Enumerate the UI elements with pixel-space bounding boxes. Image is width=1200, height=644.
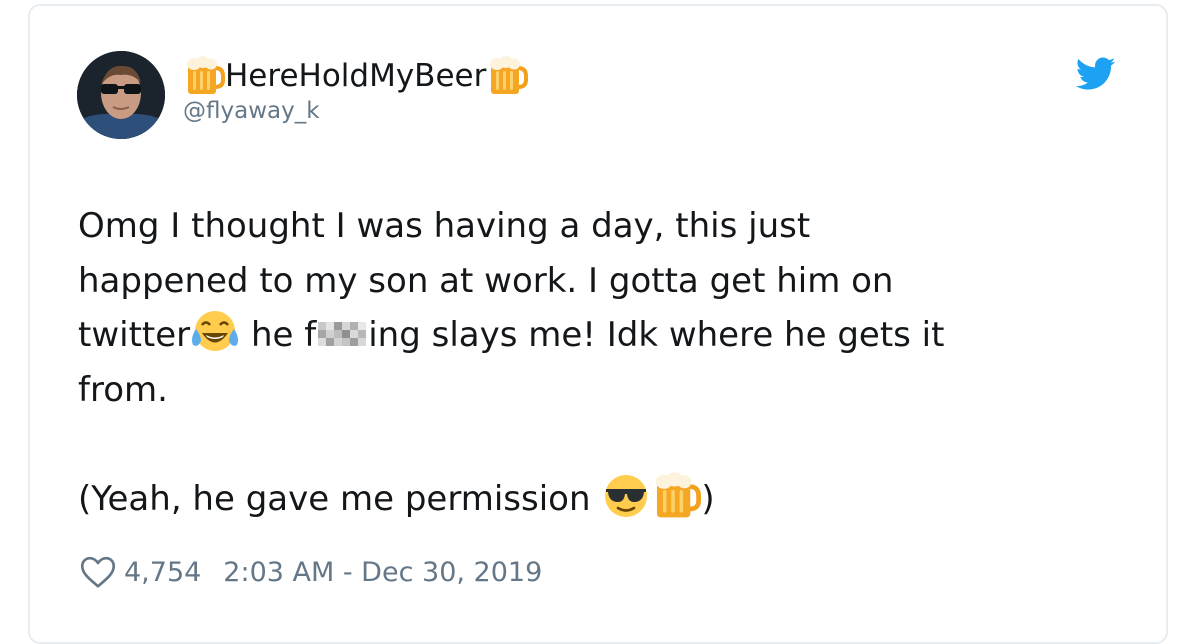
paragraph-break bbox=[78, 417, 1138, 472]
beer-mug-emoji bbox=[183, 56, 225, 96]
display-name-text: HereHoldMyBeer bbox=[225, 58, 487, 94]
tears-of-joy-emoji bbox=[190, 308, 240, 356]
twitter-bird-icon[interactable] bbox=[1076, 57, 1116, 91]
avatar[interactable] bbox=[77, 51, 165, 139]
tweet-text-segment: (Yeah, he gave me permission bbox=[78, 478, 602, 519]
sunglasses-emoji bbox=[601, 472, 651, 520]
timestamp[interactable]: 2:03 AM - Dec 30, 2019 bbox=[223, 557, 542, 588]
tweet-text-line: (Yeah, he gave me permission ) bbox=[78, 471, 1138, 527]
tweet-meta: 4,754 2:03 AM - Dec 30, 2019 bbox=[80, 552, 542, 592]
tweet-text-line: Omg I thought I was having a day, this j… bbox=[78, 206, 811, 246]
tweet-text-segment: twitter bbox=[78, 315, 191, 355]
like-count[interactable]: 4,754 bbox=[124, 557, 201, 588]
heart-outline-icon[interactable] bbox=[80, 555, 116, 589]
tweet-text-segment: ) bbox=[701, 478, 715, 519]
tweet-text-line: from. bbox=[78, 369, 168, 410]
beer-mug-emoji bbox=[486, 56, 529, 96]
tweet-body: Omg I thought I was having a day, this j… bbox=[78, 199, 1138, 526]
beer-mug-emoji bbox=[651, 471, 702, 520]
censor-pixelation bbox=[316, 316, 368, 350]
tweet-text-segment: ing slays me! Idk where he gets it bbox=[368, 315, 945, 355]
display-name[interactable]: HereHoldMyBeer bbox=[183, 56, 529, 96]
tweet-text-segment: he f bbox=[240, 315, 317, 355]
tweet-text-line: happened to my son at work. I gotta get … bbox=[78, 260, 894, 301]
user-handle[interactable]: @flyaway_k bbox=[183, 98, 320, 124]
tweet-text-line: twitter he f ing slays me! Idk where he … bbox=[78, 308, 1138, 363]
